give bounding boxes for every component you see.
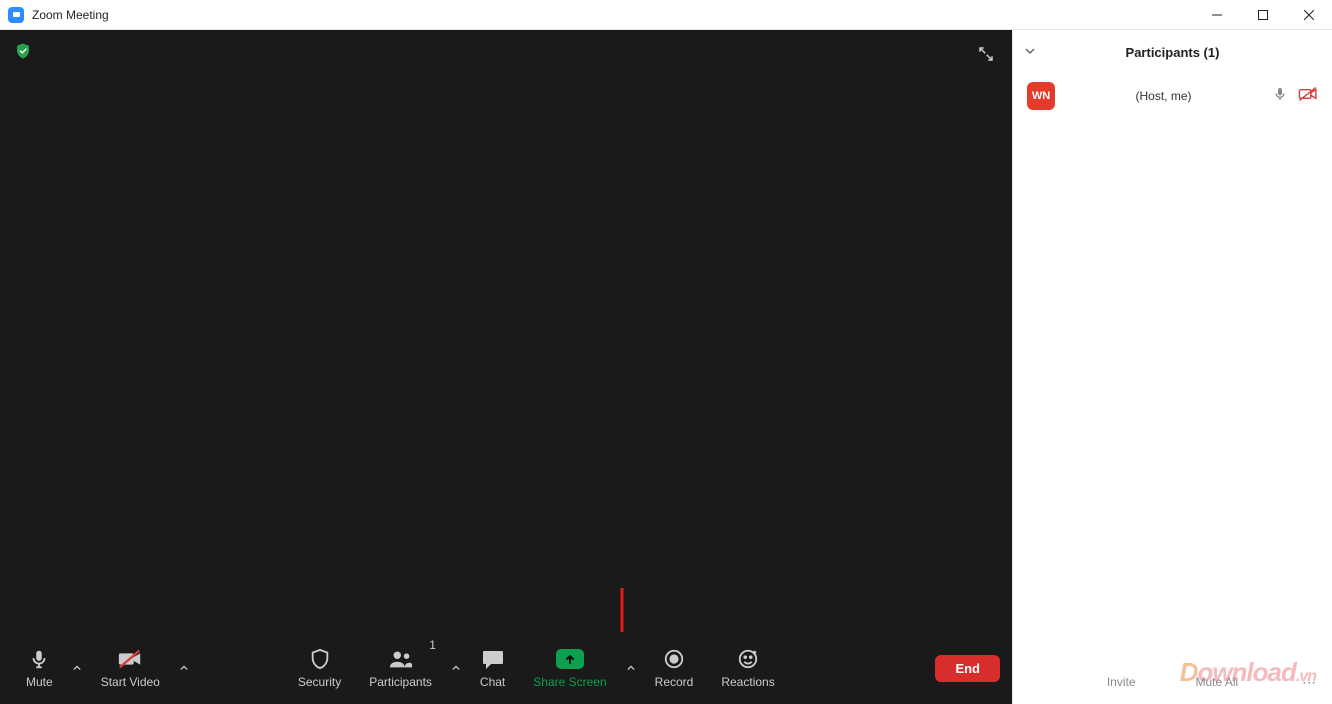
mute-label: Mute bbox=[26, 675, 53, 689]
close-button[interactable] bbox=[1286, 0, 1332, 29]
participant-row[interactable]: WN (Host, me) bbox=[1013, 74, 1332, 118]
minimize-button[interactable] bbox=[1194, 0, 1240, 29]
shield-icon bbox=[309, 647, 331, 671]
participants-count-badge: 1 bbox=[429, 638, 436, 652]
participants-panel: Participants (1) WN (Host, me) Invite Mu… bbox=[1012, 30, 1332, 704]
video-area: Mute Start Video bbox=[0, 30, 1012, 704]
avatar: WN bbox=[1027, 82, 1055, 110]
panel-more-button[interactable]: ⋯ bbox=[1302, 674, 1316, 691]
zoom-app-icon bbox=[8, 7, 24, 23]
share-screen-icon bbox=[556, 649, 584, 669]
participants-icon bbox=[388, 647, 414, 671]
chat-label: Chat bbox=[480, 675, 505, 689]
window-title: Zoom Meeting bbox=[32, 8, 109, 22]
reactions-label: Reactions bbox=[721, 675, 774, 689]
window-titlebar: Zoom Meeting bbox=[0, 0, 1332, 30]
chat-button[interactable]: Chat bbox=[466, 632, 519, 704]
share-screen-label: Share Screen bbox=[533, 675, 606, 689]
maximize-button[interactable] bbox=[1240, 0, 1286, 29]
meeting-toolbar: Mute Start Video bbox=[0, 632, 1012, 704]
security-label: Security bbox=[298, 675, 341, 689]
security-button[interactable]: Security bbox=[284, 632, 355, 704]
chat-icon bbox=[481, 647, 505, 671]
video-off-icon bbox=[117, 647, 143, 671]
share-screen-button[interactable]: Share Screen bbox=[519, 632, 620, 704]
participants-panel-header: Participants (1) bbox=[1013, 30, 1332, 74]
reactions-button[interactable]: Reactions bbox=[707, 632, 788, 704]
share-options-caret[interactable] bbox=[621, 632, 641, 704]
participant-video-off-icon bbox=[1298, 86, 1318, 107]
mute-all-button[interactable]: Mute All bbox=[1196, 675, 1239, 689]
mute-button[interactable]: Mute bbox=[12, 632, 67, 704]
participant-mic-icon bbox=[1272, 86, 1288, 107]
encryption-shield-icon[interactable] bbox=[12, 40, 34, 62]
participants-panel-title: Participants (1) bbox=[1126, 45, 1220, 60]
end-meeting-button[interactable]: End bbox=[935, 655, 1000, 682]
fullscreen-icon[interactable] bbox=[972, 40, 1000, 68]
panel-collapse-caret[interactable] bbox=[1025, 45, 1035, 59]
start-video-button[interactable]: Start Video bbox=[87, 632, 174, 704]
record-label: Record bbox=[655, 675, 694, 689]
participants-button[interactable]: Participants 1 bbox=[355, 632, 446, 704]
participants-label: Participants bbox=[369, 675, 432, 689]
invite-button[interactable]: Invite bbox=[1107, 675, 1136, 689]
mute-options-caret[interactable] bbox=[67, 632, 87, 704]
video-options-caret[interactable] bbox=[174, 632, 194, 704]
reactions-icon bbox=[737, 647, 759, 671]
participant-label: (Host, me) bbox=[1065, 89, 1262, 103]
participants-panel-footer: Invite Mute All ⋯ bbox=[1013, 660, 1332, 704]
record-icon bbox=[663, 647, 685, 671]
record-button[interactable]: Record bbox=[641, 632, 708, 704]
participants-options-caret[interactable] bbox=[446, 632, 466, 704]
start-video-label: Start Video bbox=[101, 675, 160, 689]
microphone-icon bbox=[28, 647, 50, 671]
